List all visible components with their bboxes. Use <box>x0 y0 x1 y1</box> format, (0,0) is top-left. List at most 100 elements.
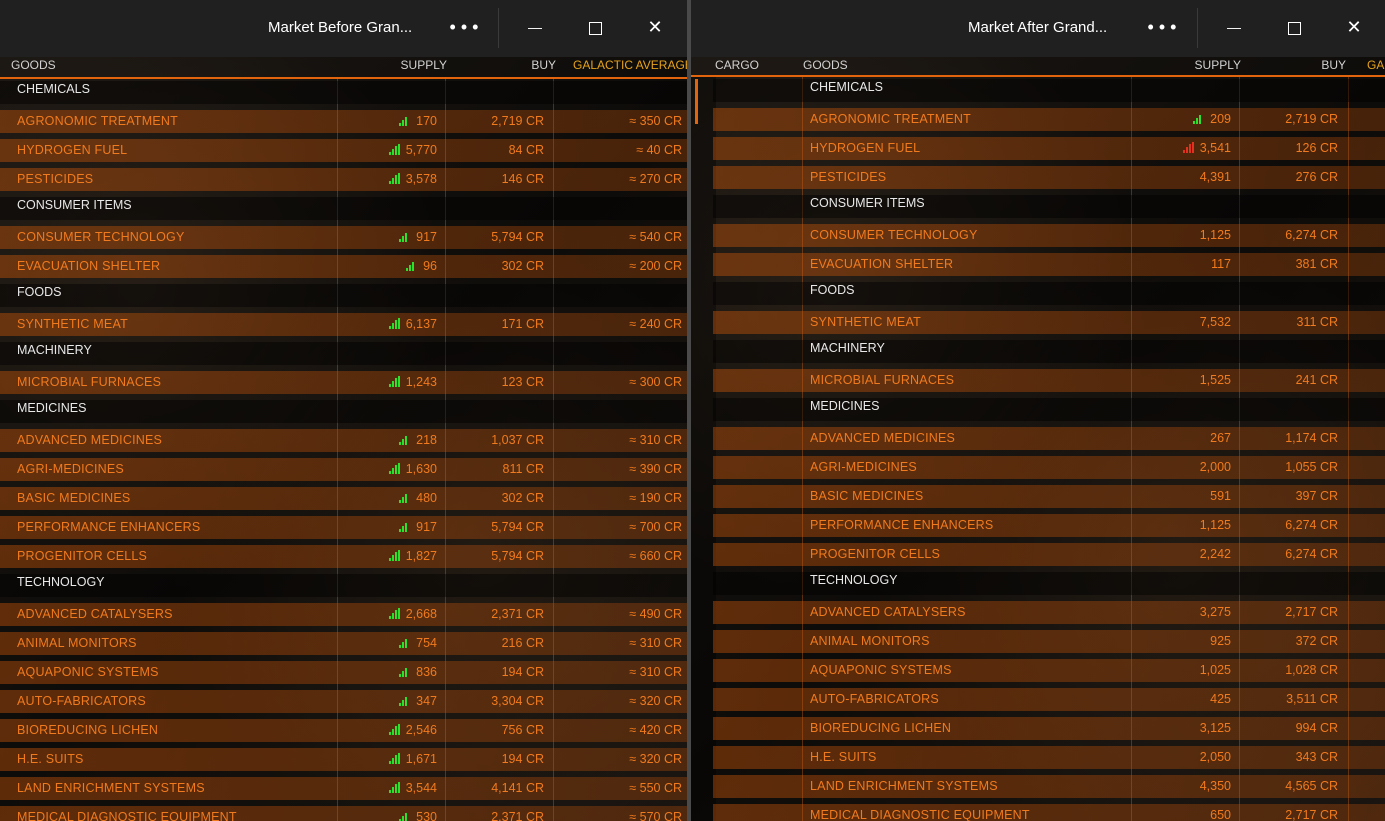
buy-price: 811 CR <box>502 462 544 476</box>
commodity-row[interactable]: ADVANCED CATALYSERS 2,668 2,371 CR ≈ 490 CR <box>0 600 687 629</box>
category-row: MACHINERY <box>691 337 1385 366</box>
commodity-row[interactable]: ADVANCED MEDICINES 218 1,037 CR ≈ 310 CR <box>0 426 687 455</box>
header-galactic-average[interactable]: GA <box>1367 58 1384 72</box>
supply-cell: 917 <box>337 513 437 542</box>
commodity-row[interactable]: PROGENITOR CELLS 2,242 6,274 CR <box>691 540 1385 569</box>
commodity-row[interactable]: PERFORMANCE ENHANCERS 1,125 6,274 CR <box>691 511 1385 540</box>
commodity-row[interactable]: MICROBIAL FURNACES 1,243 123 CR ≈ 300 CR <box>0 368 687 397</box>
header-goods[interactable]: GOODS <box>11 58 56 72</box>
commodity-name: ANIMAL MONITORS <box>810 634 930 648</box>
commodity-row[interactable]: ANIMAL MONITORS 754 216 CR ≈ 310 CR <box>0 629 687 658</box>
maximize-button[interactable] <box>565 0 625 57</box>
minimize-button[interactable]: — <box>1204 0 1264 57</box>
commodity-row[interactable]: PESTICIDES 4,391 276 CR <box>691 163 1385 192</box>
commodity-row[interactable]: MEDICAL DIAGNOSTIC EQUIPMENT 530 2,371 CR ≈… <box>0 803 687 821</box>
supply-cell: 117 <box>1131 250 1231 279</box>
supply-value: 836 <box>416 665 437 679</box>
supply-value: 6,137 <box>405 317 437 331</box>
supply-value: 4,350 <box>1199 779 1231 793</box>
buy-price: 123 CR <box>501 375 544 389</box>
commodity-row[interactable]: HYDROGEN FUEL 3,541 126 CR <box>691 134 1385 163</box>
commodity-name: MEDICAL DIAGNOSTIC EQUIPMENT <box>17 810 237 821</box>
commodity-row[interactable]: MICROBIAL FURNACES 1,525 241 CR <box>691 366 1385 395</box>
supply-value: 1,125 <box>1199 518 1231 532</box>
buy-price: 1,028 CR <box>1285 663 1338 677</box>
commodity-name: MICROBIAL FURNACES <box>17 375 162 389</box>
commodity-row[interactable]: EVACUATION SHELTER 96 302 CR ≈ 200 CR <box>0 252 687 281</box>
commodity-row[interactable]: EVACUATION SHELTER 117 381 CR <box>691 250 1385 279</box>
maximize-button[interactable] <box>1264 0 1324 57</box>
more-options-button[interactable]: • • • <box>1132 0 1192 57</box>
commodity-row[interactable]: AQUAPONIC SYSTEMS 1,025 1,028 CR <box>691 656 1385 685</box>
header-cargo[interactable]: CARGO <box>715 58 759 72</box>
supply-value: 7,532 <box>1199 315 1231 329</box>
category-label: MEDICINES <box>810 399 880 413</box>
commodity-row[interactable]: PESTICIDES 3,578 146 CR ≈ 270 CR <box>0 165 687 194</box>
galactic-average-price: ≈ 550 CR <box>629 781 682 795</box>
title-bar[interactable]: Market After Grand... • • • — ✕ <box>691 0 1385 57</box>
commodity-row[interactable]: CONSUMER TECHNOLOGY 1,125 6,274 CR <box>691 221 1385 250</box>
supply-cell: 267 <box>1131 424 1231 453</box>
commodity-row[interactable]: AGRONOMIC TREATMENT 170 2,719 CR ≈ 350 CR <box>0 107 687 136</box>
supply-high-icon <box>399 811 411 821</box>
commodity-name: AUTO-FABRICATORS <box>17 694 146 708</box>
header-supply[interactable]: SUPPLY <box>1161 58 1241 72</box>
commodity-name: BIOREDUCING LICHEN <box>17 723 159 737</box>
commodity-name: ADVANCED CATALYSERS <box>17 607 173 621</box>
title-separator <box>1197 8 1198 48</box>
maximize-icon <box>1287 21 1301 35</box>
commodity-name: ADVANCED MEDICINES <box>810 431 956 445</box>
commodity-row[interactable]: SYNTHETIC MEAT 7,532 311 CR <box>691 308 1385 337</box>
commodity-row[interactable]: AGRONOMIC TREATMENT 209 2,719 CR <box>691 105 1385 134</box>
commodity-row[interactable]: BASIC MEDICINES 591 397 CR <box>691 482 1385 511</box>
commodity-row[interactable]: ADVANCED MEDICINES 267 1,174 CR <box>691 424 1385 453</box>
header-supply[interactable]: SUPPLY <box>367 58 447 72</box>
supply-value: 347 <box>416 694 437 708</box>
commodity-name: ANIMAL MONITORS <box>17 636 137 650</box>
supply-value: 1,525 <box>1199 373 1231 387</box>
category-label: MACHINERY <box>810 341 885 355</box>
commodity-row[interactable]: H.E. SUITS 2,050 343 CR <box>691 743 1385 772</box>
commodity-row[interactable]: BASIC MEDICINES 480 302 CR ≈ 190 CR <box>0 484 687 513</box>
commodity-row[interactable]: PROGENITOR CELLS 1,827 5,794 CR ≈ 660 CR <box>0 542 687 571</box>
commodity-name: H.E. SUITS <box>810 750 877 764</box>
commodity-row[interactable]: H.E. SUITS 1,671 194 CR ≈ 320 CR <box>0 745 687 774</box>
commodity-row[interactable]: BIOREDUCING LICHEN 2,546 756 CR ≈ 420 CR <box>0 716 687 745</box>
close-button[interactable]: ✕ <box>625 0 685 57</box>
minimize-button[interactable]: — <box>505 0 565 57</box>
commodity-row[interactable]: CONSUMER TECHNOLOGY 917 5,794 CR ≈ 540 CR <box>0 223 687 252</box>
buy-price: 2,371 CR <box>491 810 544 821</box>
buy-price: 241 CR <box>1295 373 1338 387</box>
supply-value: 2,546 <box>405 723 437 737</box>
commodity-row[interactable]: LAND ENRICHMENT SYSTEMS 3,544 4,141 CR ≈ 55… <box>0 774 687 803</box>
commodity-row[interactable]: AUTO-FABRICATORS 425 3,511 CR <box>691 685 1385 714</box>
supply-high-icon <box>388 782 401 793</box>
more-options-button[interactable]: • • • <box>434 0 494 57</box>
commodity-row[interactable]: AUTO-FABRICATORS 347 3,304 CR ≈ 320 CR <box>0 687 687 716</box>
commodity-row[interactable]: MEDICAL DIAGNOSTIC EQUIPMENT 650 2,717 CR <box>691 801 1385 821</box>
commodity-row[interactable]: HYDROGEN FUEL 5,770 84 CR ≈ 40 CR <box>0 136 687 165</box>
close-button[interactable]: ✕ <box>1324 0 1384 57</box>
commodity-row[interactable]: AGRI-MEDICINES 1,630 811 CR ≈ 390 CR <box>0 455 687 484</box>
supply-cell: 218 <box>337 426 437 455</box>
commodity-row[interactable]: AGRI-MEDICINES 2,000 1,055 CR <box>691 453 1385 482</box>
supply-value: 170 <box>416 114 437 128</box>
header-buy[interactable]: BUY <box>1266 58 1346 72</box>
buy-price: 302 CR <box>501 491 544 505</box>
header-goods[interactable]: GOODS <box>803 58 848 72</box>
title-bar[interactable]: Market Before Gran... • • • — ✕ <box>0 0 687 57</box>
commodity-row[interactable]: PERFORMANCE ENHANCERS 917 5,794 CR ≈ 700 CR <box>0 513 687 542</box>
header-galactic-average[interactable]: GALACTIC AVERAGE <box>573 58 687 72</box>
commodity-row[interactable]: AQUAPONIC SYSTEMS 836 194 CR ≈ 310 CR <box>0 658 687 687</box>
supply-high-icon <box>388 318 401 329</box>
commodity-row[interactable]: ANIMAL MONITORS 925 372 CR <box>691 627 1385 656</box>
category-label: CHEMICALS <box>17 82 90 96</box>
supply-value: 591 <box>1210 489 1231 503</box>
commodity-name: BASIC MEDICINES <box>17 491 131 505</box>
commodity-row[interactable]: BIOREDUCING LICHEN 3,125 994 CR <box>691 714 1385 743</box>
header-buy[interactable]: BUY <box>476 58 556 72</box>
commodity-row[interactable]: ADVANCED CATALYSERS 3,275 2,717 CR <box>691 598 1385 627</box>
commodity-row[interactable]: SYNTHETIC MEAT 6,137 171 CR ≈ 240 CR <box>0 310 687 339</box>
commodity-row[interactable]: LAND ENRICHMENT SYSTEMS 4,350 4,565 CR <box>691 772 1385 801</box>
commodity-name: PROGENITOR CELLS <box>17 549 148 563</box>
